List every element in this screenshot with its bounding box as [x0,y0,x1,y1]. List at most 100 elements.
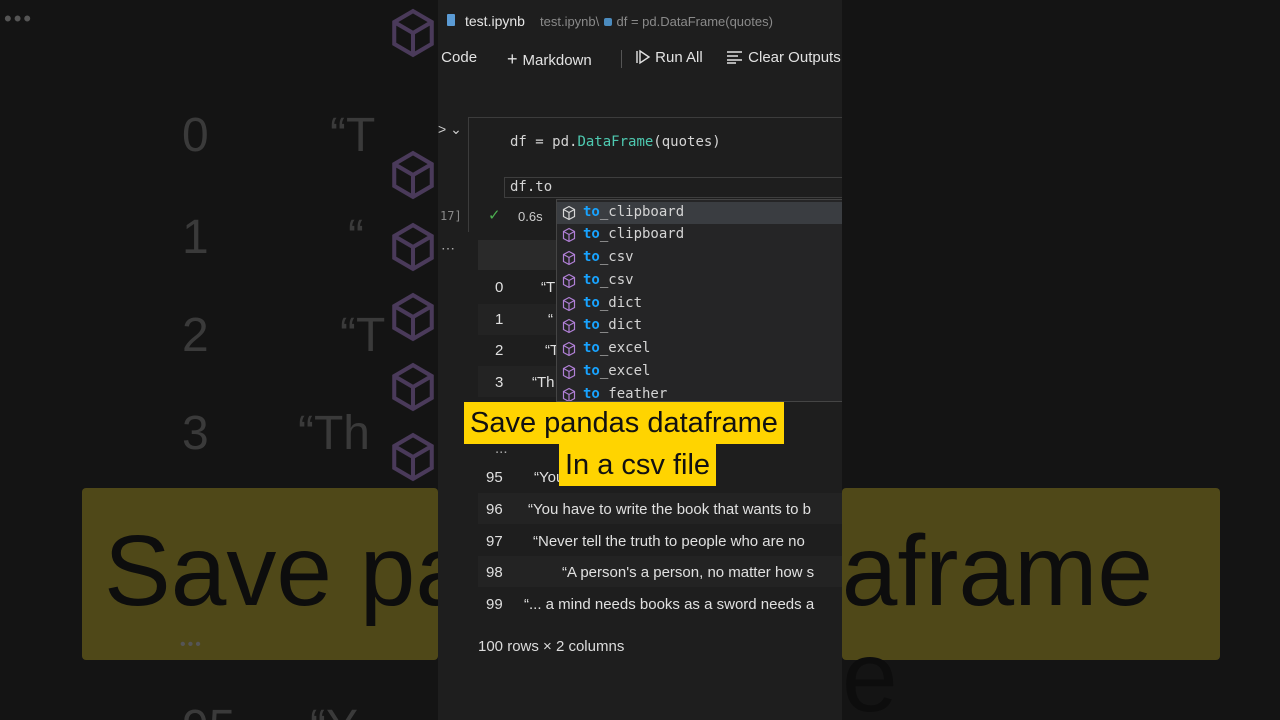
background-quote: “Y [310,700,358,720]
method-icon [562,273,576,289]
autocomplete-dropdown: to_clipboard to_clipboard to_csv to_csv … [556,199,842,402]
code-token: df = pd. [510,134,578,150]
background-quote: “Th [298,407,370,460]
breadcrumb-file[interactable]: test.ipynb\ [540,14,603,29]
suggestion-item[interactable]: to_dict [557,315,842,337]
background-banner-text: Save pa [104,515,438,627]
row-quote: “Never tell the truth to people who are … [533,533,805,550]
row-index: 97 [486,533,503,550]
background-quote: “T [330,109,376,162]
execution-time: 0.6s [518,209,543,224]
suggestion-item[interactable]: to_clipboard [557,202,842,224]
cube-icon [392,8,434,58]
method-icon [562,318,576,334]
row-quote: “... a mind needs books as a sword needs… [524,596,815,613]
cube-icon [392,432,434,482]
suggestion-label: to_feather [583,386,668,402]
add-code-label: Code [441,49,478,66]
tab-title[interactable]: test.ipynb [465,13,525,29]
suggestion-item[interactable]: to_dict [557,293,842,315]
row-index: 98 [486,564,503,581]
row-index: 99 [486,596,503,613]
toolbar-divider [621,50,622,68]
suggestion-label: to_excel [583,340,651,356]
suggestion-label: to_dict [583,295,643,311]
background-index: 2 [182,309,209,362]
success-check-icon: ✓ [488,207,501,224]
row-quote: “A person's a person, no matter how s [562,564,815,581]
run-all-icon [636,49,651,65]
method-icon [562,341,576,357]
suggestion-label: to_csv [583,249,634,265]
add-markdown-label: Markdown [522,52,592,69]
notebook-file-icon [447,14,455,26]
suggestion-label: to_excel [583,363,651,379]
add-code-button[interactable]: - Code [438,49,477,66]
row-quote: “ [548,311,553,328]
caption-line-1: Save pandas dataframe [464,402,784,444]
code-token: (quotes) [653,134,721,150]
suggestion-item[interactable]: to_feather [557,384,842,402]
clear-outputs-label: Clear Outputs [748,49,841,66]
cube-icon [392,292,434,342]
output-menu-icon[interactable]: ⋯ [441,240,455,257]
tab-bar: test.ipynb test.ipynb\ df = pd.DataFrame… [438,0,842,40]
code-line-1[interactable]: df = pd.DataFrame(quotes) [510,134,721,150]
python-icon [603,18,612,26]
add-markdown-button[interactable]: + Markdown [507,49,592,70]
suggestion-item[interactable]: to_csv [557,247,842,269]
breadcrumb[interactable]: test.ipynb\ df = pd.DataFrame(quotes) [540,14,773,29]
row-index: 0 [495,279,504,296]
suggestion-label: to_clipboard [583,204,685,220]
cube-icon [392,362,434,412]
method-icon [562,296,576,312]
suggestion-label: to_dict [583,317,643,333]
method-icon [562,205,576,221]
suggestion-item[interactable]: to_csv [557,270,842,292]
background-quote: “ [348,211,364,264]
execution-count: 17] [440,209,462,223]
suggestion-label: to_csv [583,272,634,288]
background-left: ••• 0 1 2 3 “T “ “T “Th Save pa ••• 95 “… [0,0,438,720]
suggestion-item[interactable]: to_excel [557,361,842,383]
suggestion-item[interactable]: to_excel [557,338,842,360]
background-dots: ••• [4,6,34,31]
notebook-panel: test.ipynb test.ipynb\ df = pd.DataFrame… [438,0,842,720]
cube-icon [392,222,434,272]
code-line-2[interactable]: df.to [510,179,552,195]
notebook-toolbar: - Code + Markdown Run All Clear Outputs [438,40,842,78]
cube-icon [392,150,434,200]
background-banner: Save pa [82,488,438,660]
suggestion-label: to_clipboard [583,226,685,242]
run-all-label: Run All [655,49,703,66]
suggestion-item[interactable]: to_clipboard [557,224,842,246]
background-index: 0 [182,109,209,162]
row-quote: “T [541,279,556,296]
clear-outputs-button[interactable]: Clear Outputs [726,49,841,66]
background-right: taframe In e [842,0,1280,720]
background-dots: ••• [180,636,203,653]
row-quote: “You have to write the book that wants t… [528,501,811,518]
dataframe-summary: 100 rows × 2 columns [478,638,625,655]
method-icon [562,227,576,243]
background-banner-text: e [842,621,898,720]
run-all-button[interactable]: Run All [635,49,703,66]
cell-collapse-chevron[interactable]: > ⌄ [438,121,462,138]
background-index: 95 [182,700,235,720]
row-index: 1 [495,311,504,328]
plus-icon: + [507,49,523,69]
method-icon [562,250,576,266]
background-banner-text: taframe [842,515,1154,627]
background-quote: “T [340,309,386,362]
method-icon [562,364,576,380]
code-class-token: DataFrame [577,134,654,150]
background-index: 1 [182,211,209,264]
background-index: 3 [182,407,209,460]
caption-line-2: In a csv file [559,444,717,486]
row-index: 3 [495,374,504,391]
breadcrumb-cell[interactable]: df = pd.DataFrame(quotes) [617,14,773,29]
background-banner: taframe [842,488,1220,660]
row-index: 2 [495,342,504,359]
row-index: 96 [486,501,503,518]
clear-outputs-icon [727,51,742,64]
